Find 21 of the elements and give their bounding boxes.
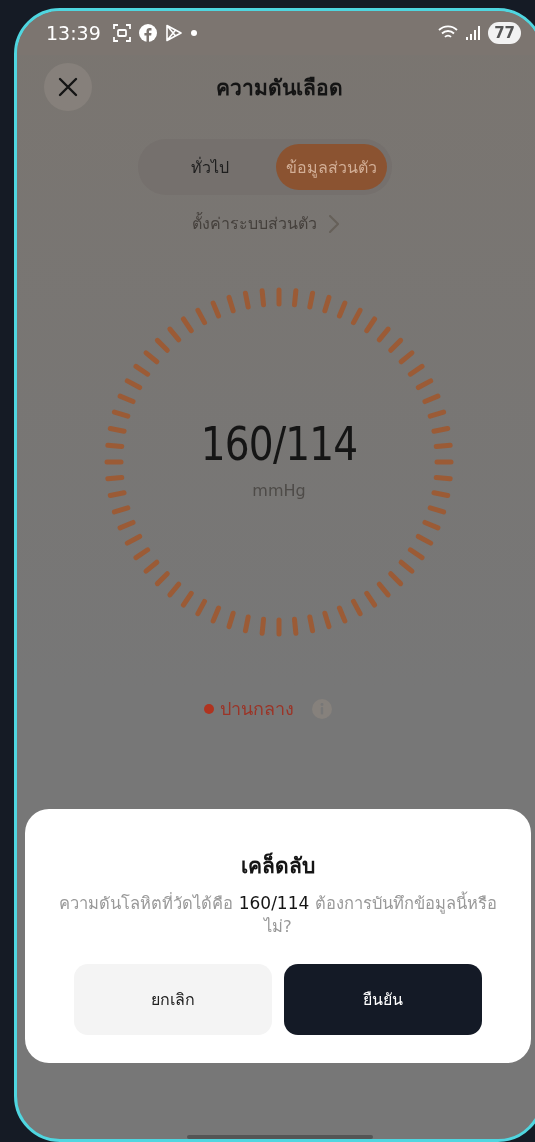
page-title: ความดันเลือด <box>215 74 343 102</box>
dialog-message: ความดันโลหิตที่วัดได้คือ 160/114 ต้องการบันทึกข้อมูลนี้หรือไม่? <box>58 892 498 938</box>
dialog-title: เคล็ดลับ <box>241 851 315 880</box>
confirm-button[interactable]: ยืนยัน <box>284 964 482 1035</box>
cancel-button[interactable]: ยกเลิก <box>74 964 272 1035</box>
play-store-icon <box>164 24 183 42</box>
tab[interactable]: ทั่วไป <box>143 144 276 190</box>
signal-icon <box>466 25 481 41</box>
blood-pressure-value: 160/114 <box>200 416 358 471</box>
status-time: 13:39 <box>46 22 101 44</box>
chevron-right-icon <box>328 214 339 233</box>
settings-link[interactable]: ตั้งค่าระบบส่วนตัว <box>191 211 317 236</box>
close-button[interactable] <box>44 63 92 111</box>
tab[interactable]: ข้อมูลส่วนตัว <box>276 144 387 190</box>
battery-level: 77 <box>488 22 521 44</box>
status-label: ปานกลาง <box>220 697 294 721</box>
close-icon <box>58 77 78 97</box>
facebook-icon <box>138 24 157 42</box>
notification-dot-icon <box>190 30 197 36</box>
screenshot-icon <box>112 24 131 42</box>
status-dot-icon <box>204 703 214 714</box>
